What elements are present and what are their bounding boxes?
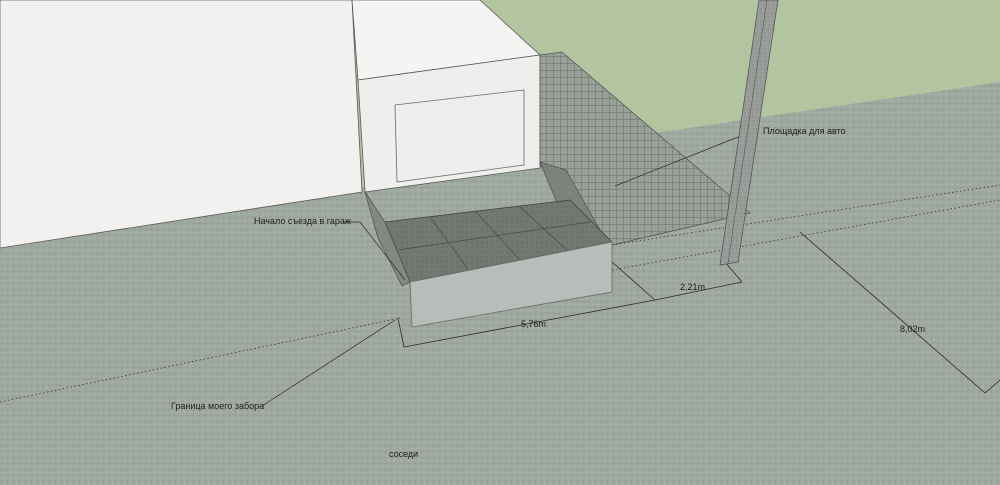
- model-scene[interactable]: Начало съезда в гараж Площадка для авто …: [0, 0, 1000, 485]
- label-fence-boundary: Граница моего забора: [171, 401, 264, 411]
- label-neighbors: соседи: [389, 449, 418, 459]
- dimension-width-pit: 5,76m: [521, 319, 546, 329]
- dimension-offset-post: 2,21m: [680, 282, 705, 292]
- label-garage-entry-start: Начало съезда в гараж: [254, 216, 351, 226]
- sketchup-viewport[interactable]: Начало съезда в гараж Площадка для авто …: [0, 0, 1000, 485]
- label-car-pad: Площадка для авто: [763, 126, 846, 136]
- dimension-long-span: 8,02m: [900, 324, 925, 334]
